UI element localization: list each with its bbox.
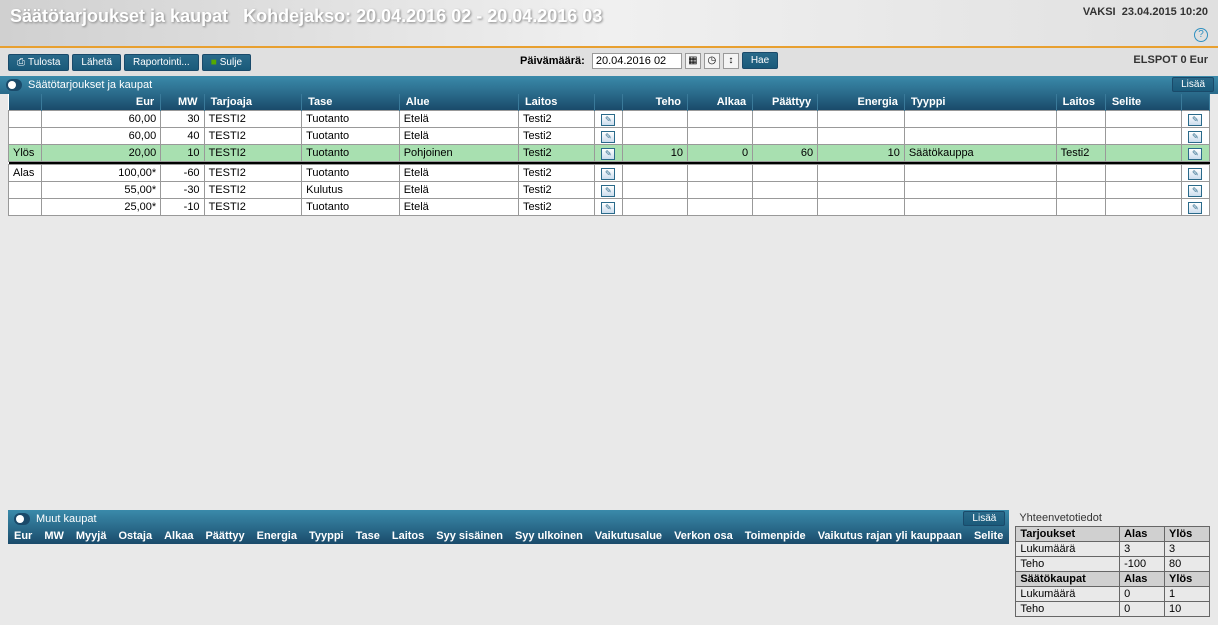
column-header[interactable]: MW — [161, 94, 204, 111]
column-header[interactable]: Energia — [818, 94, 905, 111]
summary-cell: 80 — [1165, 557, 1210, 572]
column-header[interactable]: Myyjä — [70, 528, 113, 544]
summary-cell: -100 — [1120, 557, 1165, 572]
table-row[interactable]: 55,00*-30TESTI2KulutusEteläTesti2 — [9, 182, 1210, 199]
summary-cell: Lukumäärä — [1016, 542, 1120, 557]
summary-cell: 10 — [1165, 602, 1210, 617]
summary-table: TarjouksetAlasYlösLukumäärä33Teho-10080S… — [1015, 526, 1210, 617]
column-header[interactable]: Alkaa — [688, 94, 753, 111]
column-header[interactable]: Laitos — [518, 94, 594, 111]
column-header[interactable]: Syy ulkoinen — [509, 528, 589, 544]
table-row[interactable]: 25,00*-10TESTI2TuotantoEteläTesti2 — [9, 199, 1210, 216]
column-header[interactable]: Teho — [622, 94, 687, 111]
send-button[interactable]: Lähetä — [72, 54, 121, 71]
panel2-toggle[interactable] — [14, 513, 30, 525]
date-label: Päivämäärä: — [520, 55, 585, 67]
panel1-title: Säätötarjoukset ja kaupat — [28, 79, 152, 91]
panel2-header: Muut kaupat Lisää — [8, 510, 1009, 528]
panel1-header: Säätötarjoukset ja kaupat Lisää — [0, 76, 1218, 94]
edit-icon[interactable] — [601, 185, 615, 197]
column-header[interactable]: Päättyy — [753, 94, 818, 111]
app-header: Säätötarjoukset ja kaupat Kohdejakso: 20… — [0, 0, 1218, 48]
column-header[interactable]: Alkaa — [158, 528, 199, 544]
edit-icon[interactable] — [601, 131, 615, 143]
edit-icon[interactable] — [601, 168, 615, 180]
calendar-icon[interactable]: ▦ — [685, 53, 701, 69]
column-header[interactable] — [1181, 94, 1209, 111]
column-header[interactable]: Eur — [8, 528, 38, 544]
summary-cell: Lukumäärä — [1016, 587, 1120, 602]
elspot-label: ELSPOT 0 Eur — [1133, 54, 1208, 66]
edit-icon[interactable] — [1188, 185, 1202, 197]
column-header[interactable] — [9, 94, 42, 111]
muut-table: EurMWMyyjäOstajaAlkaaPäättyyEnergiaTyypp… — [8, 528, 1009, 544]
table-row[interactable]: 60,0040TESTI2TuotantoEteläTesti2 — [9, 128, 1210, 145]
panel1-toggle[interactable] — [6, 79, 22, 91]
summary-cell: 1 — [1165, 587, 1210, 602]
summary-header: Ylös — [1165, 527, 1210, 542]
column-header[interactable]: Tase — [302, 94, 400, 111]
panel1-add-button[interactable]: Lisää — [1172, 77, 1214, 92]
report-button[interactable]: Raportointi... — [124, 54, 199, 71]
summary-title: Yhteenvetotiedot — [1015, 510, 1210, 526]
close-button[interactable]: Sulje — [202, 54, 251, 71]
date-input[interactable] — [592, 53, 682, 69]
column-header[interactable]: Vaikutusalue — [589, 528, 668, 544]
panel2-add-button[interactable]: Lisää — [963, 511, 1005, 526]
summary-header: Säätökaupat — [1016, 572, 1120, 587]
panel2-title: Muut kaupat — [36, 513, 97, 525]
edit-icon[interactable] — [1188, 148, 1202, 160]
header-timestamp: VAKSI 23.04.2015 10:20 — [1083, 6, 1208, 18]
column-header[interactable]: Laitos — [386, 528, 430, 544]
edit-icon[interactable] — [1188, 131, 1202, 143]
search-button[interactable]: Hae — [742, 52, 778, 69]
column-header[interactable]: Vaikutus rajan yli kauppaan — [812, 528, 968, 544]
edit-icon[interactable] — [601, 114, 615, 126]
column-header[interactable] — [594, 94, 622, 111]
table-row[interactable]: Ylös20,0010TESTI2TuotantoPohjoinenTesti2… — [9, 145, 1210, 162]
column-header[interactable]: Päättyy — [199, 528, 250, 544]
clock-icon[interactable]: ◷ — [704, 53, 720, 69]
edit-icon[interactable] — [1188, 202, 1202, 214]
stepper-icon[interactable]: ↕ — [723, 53, 739, 69]
edit-icon[interactable] — [601, 202, 615, 214]
edit-icon[interactable] — [1188, 168, 1202, 180]
table-row[interactable]: Alas100,00*-60TESTI2TuotantoEteläTesti2 — [9, 165, 1210, 182]
column-header[interactable]: Selite — [1105, 94, 1181, 111]
column-header[interactable]: Ostaja — [112, 528, 158, 544]
page-title: Säätötarjoukset ja kaupat Kohdejakso: 20… — [0, 0, 612, 33]
summary-cell: Teho — [1016, 557, 1120, 572]
summary-header: Alas — [1120, 572, 1165, 587]
help-icon[interactable]: ? — [1194, 28, 1208, 42]
summary-cell: 3 — [1120, 542, 1165, 557]
edit-icon[interactable] — [601, 148, 615, 160]
column-header[interactable]: Tyyppi — [303, 528, 350, 544]
summary-cell: Teho — [1016, 602, 1120, 617]
summary-header: Tarjoukset — [1016, 527, 1120, 542]
summary-cell: 3 — [1165, 542, 1210, 557]
print-button[interactable]: Tulosta — [8, 54, 69, 71]
column-header[interactable]: Eur — [41, 94, 160, 111]
column-header[interactable]: Alue — [399, 94, 518, 111]
column-header[interactable]: MW — [38, 528, 70, 544]
summary-cell: 0 — [1120, 587, 1165, 602]
edit-icon[interactable] — [1188, 114, 1202, 126]
summary-header: Ylös — [1165, 572, 1210, 587]
column-header[interactable]: Syy sisäinen — [430, 528, 509, 544]
column-header[interactable]: Laitos — [1056, 94, 1105, 111]
summary-cell: 0 — [1120, 602, 1165, 617]
table-row[interactable]: 60,0030TESTI2TuotantoEteläTesti2 — [9, 111, 1210, 128]
column-header[interactable]: Tarjoaja — [204, 94, 302, 111]
summary-header: Alas — [1120, 527, 1165, 542]
offers-table: EurMWTarjoajaTaseAlueLaitosTehoAlkaaPäät… — [8, 94, 1210, 216]
column-header[interactable]: Tase — [350, 528, 386, 544]
column-header[interactable]: Toimenpide — [739, 528, 812, 544]
column-header[interactable]: Selite — [968, 528, 1009, 544]
column-header[interactable]: Verkon osa — [668, 528, 739, 544]
column-header[interactable]: Tyyppi — [904, 94, 1056, 111]
toolbar: Tulosta Lähetä Raportointi... Sulje Päiv… — [0, 48, 1218, 76]
column-header[interactable]: Energia — [251, 528, 303, 544]
